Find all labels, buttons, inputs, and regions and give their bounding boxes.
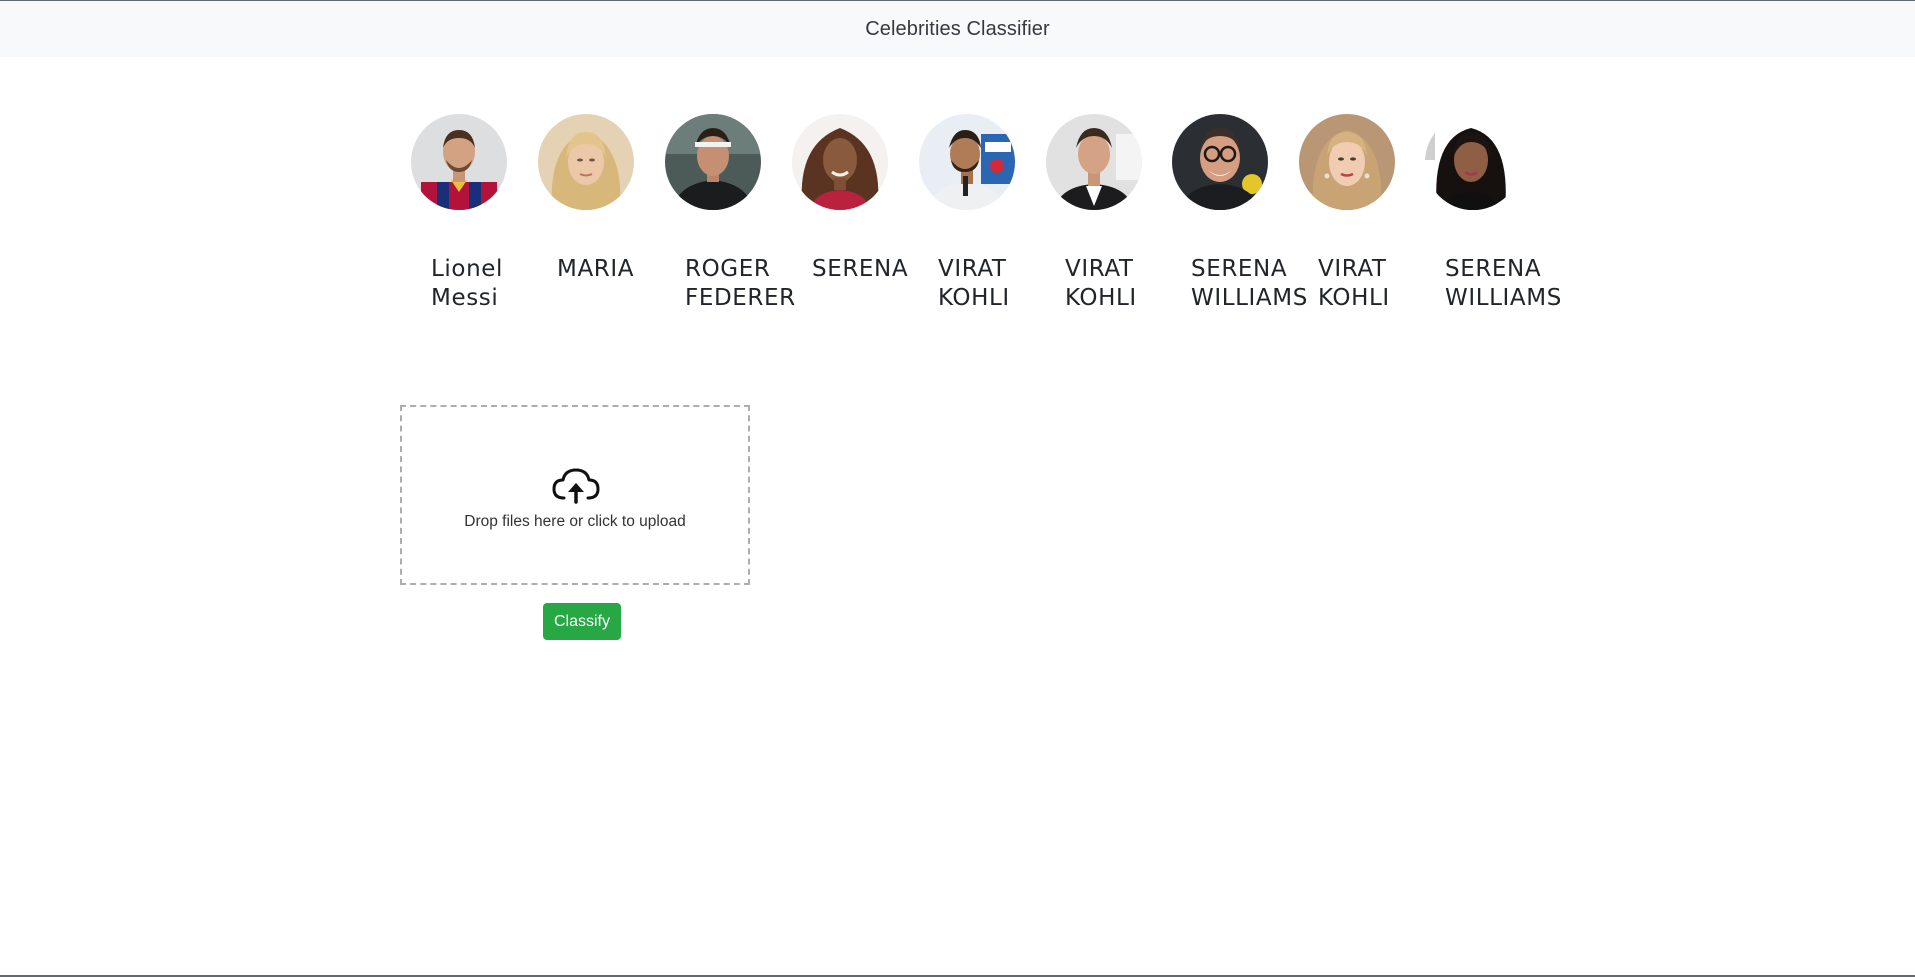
celebrity-photo-serena — [792, 114, 888, 210]
celebrity-name-1: Lionel Messi — [431, 256, 503, 311]
app-title[interactable]: Celebrities Classifier — [865, 18, 1049, 41]
file-dropzone[interactable]: Drop files here or click to upload — [400, 405, 750, 585]
celebrity-name-4: SERENA — [812, 256, 909, 282]
cloud-upload-icon — [552, 468, 600, 504]
celebrity-name-7: SERENA WILLIAMS — [1191, 256, 1308, 311]
dropzone-message: Drop files here or click to upload — [464, 513, 686, 530]
celebrity-photo-federer — [665, 114, 761, 210]
celebrity-name-3: ROGER FEDERER — [685, 256, 796, 311]
classify-button[interactable]: Classify — [543, 603, 621, 640]
celebrity-photo-messi — [411, 114, 507, 210]
celebrity-photo-affleck — [1046, 114, 1142, 210]
celebrity-name-9: SERENA WILLIAMS — [1445, 256, 1562, 311]
celebrity-photo-kohli — [919, 114, 1015, 210]
celebrity-name-2: MARIA — [557, 256, 635, 282]
navbar: Celebrities Classifier — [0, 1, 1915, 57]
celebrity-photo-madonna — [1299, 114, 1395, 210]
celebrity-name-8: VIRAT KOHLI — [1318, 256, 1390, 311]
celebrity-name-6: VIRAT KOHLI — [1065, 256, 1137, 311]
celebrity-name-5: VIRAT KOHLI — [938, 256, 1010, 311]
celebrity-photo-kaling — [1425, 114, 1521, 210]
celebrity-photo-maria — [538, 114, 634, 210]
celebrity-photo-seinfeld — [1172, 114, 1268, 210]
